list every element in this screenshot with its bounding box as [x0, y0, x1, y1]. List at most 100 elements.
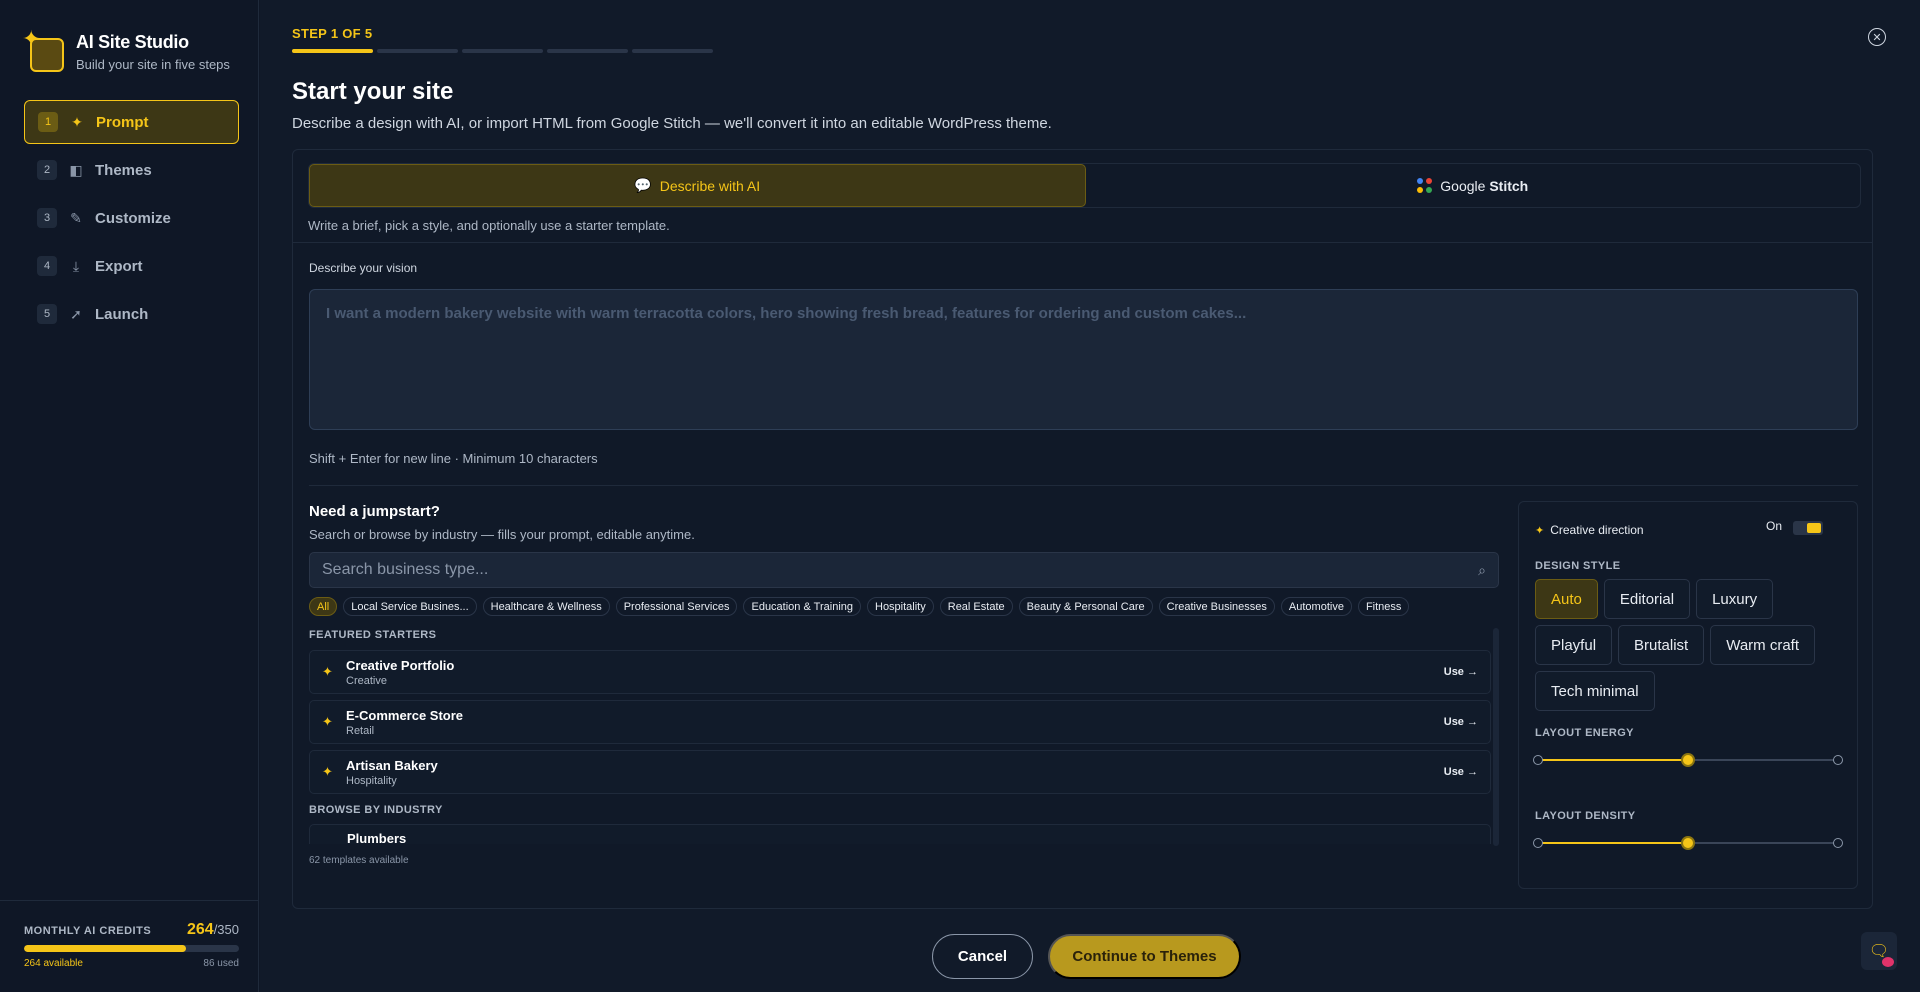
creative-direction-panel: ✦ Creative direction On DESIGN STYLE Aut…: [1518, 501, 1858, 889]
style-tech-minimal[interactable]: Tech minimal: [1535, 671, 1655, 711]
templates-count: 62 templates available: [309, 855, 409, 866]
tab-label: Describe with AI: [659, 177, 761, 194]
sparkles-icon: ✦: [1535, 524, 1545, 537]
credits-total: /350: [213, 922, 239, 937]
style-auto[interactable]: Auto: [1535, 579, 1598, 619]
close-icon[interactable]: ✕: [1868, 28, 1886, 46]
starter-row[interactable]: ✦ Artisan Bakery Hospitality Use →: [309, 750, 1491, 794]
step-export[interactable]: 4 ⤓ Export: [24, 244, 239, 288]
tab-google-stitch[interactable]: Google Stitch: [1086, 164, 1861, 207]
chip-healthcare[interactable]: Healthcare & Wellness: [482, 597, 610, 616]
industry-row[interactable]: Plumbers: [309, 824, 1491, 844]
step-prompt[interactable]: 1 ✦ Prompt: [24, 100, 239, 144]
use-button[interactable]: Use →: [1444, 666, 1478, 678]
arrow-right-icon: →: [1467, 666, 1478, 678]
step-indicator: STEP 1 OF 5: [292, 26, 373, 41]
brand: ✦ AI Site Studio Build your site in five…: [22, 28, 230, 72]
style-editorial[interactable]: Editorial: [1603, 579, 1691, 619]
divider: [293, 242, 1872, 243]
tab-label: Google: [1440, 177, 1490, 194]
style-warm-craft[interactable]: Warm craft: [1710, 625, 1815, 665]
step-label: Export: [95, 257, 143, 275]
use-label: Use: [1443, 766, 1464, 778]
creative-direction-label: Creative direction: [1550, 523, 1644, 537]
vision-hint: Shift + Enter for new line · Minimum 10 …: [309, 451, 598, 466]
slider-thumb[interactable]: [1681, 836, 1695, 850]
credits-label: MONTHLY AI CREDITS: [24, 925, 152, 937]
credits-progress-fill: [24, 945, 187, 952]
tab-label-strong: Stitch: [1489, 177, 1529, 194]
sparkles-icon: ✦: [71, 113, 83, 130]
step-launch[interactable]: 5 ➚ Launch: [24, 292, 239, 336]
jumpstart-subtitle: Search or browse by industry — fills you…: [309, 527, 695, 542]
slider-thumb[interactable]: [1681, 753, 1695, 767]
chip-all[interactable]: All: [309, 597, 338, 616]
chip-beauty[interactable]: Beauty & Personal Care: [1018, 597, 1153, 616]
step-number: 5: [37, 304, 57, 324]
progress-segment: [292, 49, 373, 53]
sparkles-icon: ✦: [322, 764, 333, 779]
layout-energy-slider[interactable]: [1533, 753, 1843, 767]
chip-real-estate[interactable]: Real Estate: [939, 597, 1013, 616]
divider: [309, 485, 1858, 486]
chat-bubbles-icon: 💬: [634, 177, 652, 193]
chip-local-service[interactable]: Local Service Busines...: [343, 597, 477, 616]
industry-label: BROWSE BY INDUSTRY: [309, 804, 443, 816]
use-button[interactable]: Use →: [1444, 766, 1478, 778]
step-customize[interactable]: 3 ✎ Customize: [24, 196, 239, 240]
step-number: 2: [37, 160, 57, 180]
notification-badge: [1882, 957, 1894, 967]
sparkles-icon: ✦: [322, 664, 333, 679]
starters-scrollbar[interactable]: [1493, 628, 1499, 846]
download-icon: ⤓: [72, 257, 80, 274]
vision-label: Describe your vision: [309, 261, 418, 275]
use-label: Use: [1443, 666, 1464, 678]
step-themes[interactable]: 2 ◧ Themes: [24, 148, 239, 192]
vision-textarea[interactable]: [309, 289, 1858, 430]
layout-density-slider[interactable]: [1533, 836, 1843, 850]
credits-used: 86 used: [203, 958, 239, 969]
design-style-label: DESIGN STYLE: [1535, 560, 1621, 572]
use-label: Use: [1443, 716, 1464, 728]
slider-stop: [1833, 838, 1843, 848]
industry-chips: All Local Service Busines... Healthcare …: [309, 597, 1410, 616]
industry-name: Plumbers: [347, 831, 407, 844]
jumpstart-title: Need a jumpstart?: [309, 503, 440, 520]
starter-row[interactable]: ✦ Creative Portfolio Creative Use →: [309, 650, 1491, 694]
chip-education[interactable]: Education & Training: [743, 597, 861, 616]
layout-density-label: LAYOUT DENSITY: [1535, 810, 1636, 822]
business-search: ⌕: [309, 552, 1499, 588]
search-input[interactable]: [322, 561, 1479, 579]
starter-name: E-Commerce Store: [346, 707, 464, 723]
arrow-right-icon: →: [1467, 716, 1478, 728]
chip-fitness[interactable]: Fitness: [1357, 597, 1410, 616]
style-playful[interactable]: Playful: [1535, 625, 1613, 665]
prompt-card: 💬 Describe with AI Google Stitch Write a…: [292, 149, 1873, 909]
progress-segment: [547, 49, 628, 53]
starter-row[interactable]: ✦ E-Commerce Store Retail Use →: [309, 700, 1491, 744]
style-brutalist[interactable]: Brutalist: [1618, 625, 1705, 665]
style-luxury[interactable]: Luxury: [1696, 579, 1774, 619]
tab-describe-with-ai[interactable]: 💬 Describe with AI: [309, 164, 1086, 207]
chip-automotive[interactable]: Automotive: [1280, 597, 1352, 616]
continue-button[interactable]: Continue to Themes: [1048, 934, 1241, 979]
page-subtitle: Describe a design with AI, or import HTM…: [292, 115, 1052, 132]
slider-stop: [1533, 755, 1543, 765]
creative-direction-toggle[interactable]: [1793, 521, 1823, 535]
chip-creative-businesses[interactable]: Creative Businesses: [1158, 597, 1275, 616]
page-title: Start your site: [292, 78, 454, 105]
step-label: Themes: [95, 161, 152, 179]
chip-hospitality[interactable]: Hospitality: [867, 597, 934, 616]
cancel-button[interactable]: Cancel: [932, 934, 1033, 979]
toggle-label: On: [1766, 519, 1783, 533]
tab-hint: Write a brief, pick a style, and optiona…: [308, 218, 670, 233]
use-button[interactable]: Use →: [1444, 716, 1478, 728]
chip-professional-services[interactable]: Professional Services: [615, 597, 738, 616]
search-icon[interactable]: ⌕: [1478, 562, 1486, 579]
credits-panel: MONTHLY AI CREDITS 264/350 264 available…: [0, 900, 259, 969]
credits-progress-bar: [24, 945, 239, 952]
step-label: Customize: [95, 209, 171, 227]
wizard-progress: [292, 49, 713, 53]
featured-starters: ✦ Creative Portfolio Creative Use → ✦ E-…: [309, 650, 1491, 800]
swatches-icon: ◧: [69, 161, 83, 178]
